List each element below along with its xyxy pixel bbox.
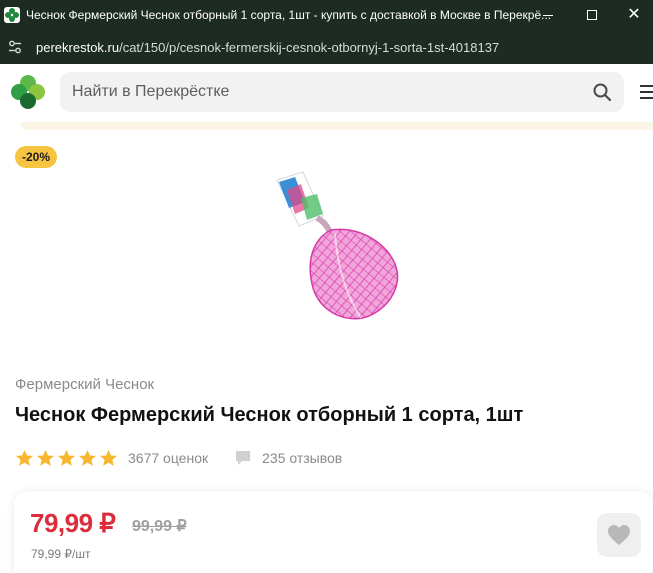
tune-icon <box>9 40 21 54</box>
search-input[interactable]: Найти в Перекрёстке <box>72 83 229 101</box>
menu-icon[interactable] <box>640 85 653 99</box>
perekrestok-logo-icon[interactable] <box>10 74 46 110</box>
window-title: Чеснок Фермерский Чеснок отборный 1 сорт… <box>26 8 552 22</box>
maximize-icon <box>587 10 597 20</box>
search-field[interactable]: Найти в Перекрёстке <box>60 72 624 112</box>
minimize-button[interactable] <box>528 0 568 30</box>
star-icon <box>99 449 118 466</box>
ratings-count[interactable]: 3677 оценок <box>128 450 208 466</box>
product-title: Чеснок Фермерский Чеснок отборный 1 сорт… <box>15 404 524 426</box>
site-favicon-icon <box>4 7 20 23</box>
url-domain: perekrestok.ru <box>36 39 120 55</box>
close-icon: ✕ <box>627 6 641 23</box>
rating-row: 3677 оценок 235 отзывов <box>15 448 342 468</box>
heart-icon <box>608 525 630 545</box>
window-titlebar: Чеснок Фермерский Чеснок отборный 1 сорт… <box>0 0 653 30</box>
star-icon <box>57 449 76 466</box>
comment-icon <box>236 451 251 465</box>
maximize-button[interactable] <box>572 0 612 30</box>
reviews-count: 235 отзывов <box>262 450 343 466</box>
site-info-button[interactable] <box>4 36 26 58</box>
star-icon <box>15 449 34 466</box>
product-brand[interactable]: Фермерский Чеснок <box>15 376 154 393</box>
star-icon <box>78 449 97 466</box>
discount-badge: -20% <box>15 146 58 168</box>
add-to-favorites-button[interactable] <box>597 513 641 557</box>
current-price: 79,99 ₽ <box>30 508 116 538</box>
close-button[interactable]: ✕ <box>614 0 653 30</box>
product-image[interactable] <box>265 168 415 333</box>
unit-price: 79,99 ₽/шт <box>31 547 91 561</box>
promo-strip <box>20 122 653 130</box>
price-card: 79,99 ₽ 99,99 ₽ 79,99 ₽/шт <box>14 491 653 573</box>
url-path: /cat/150/p/cesnok-fermerskij-cesnok-otbo… <box>119 39 500 55</box>
address-bar[interactable]: perekrestok.ru/cat/150/p/cesnok-fermersk… <box>0 30 653 64</box>
url-text[interactable]: perekrestok.ru/cat/150/p/cesnok-fermersk… <box>36 40 499 55</box>
site-header: Найти в Перекрёстке <box>0 64 653 122</box>
minimize-icon <box>543 14 553 16</box>
old-price: 99,99 ₽ <box>132 518 187 535</box>
reviews-link[interactable]: 235 отзывов <box>234 449 342 467</box>
search-icon[interactable] <box>592 82 612 102</box>
star-icon <box>36 449 55 466</box>
